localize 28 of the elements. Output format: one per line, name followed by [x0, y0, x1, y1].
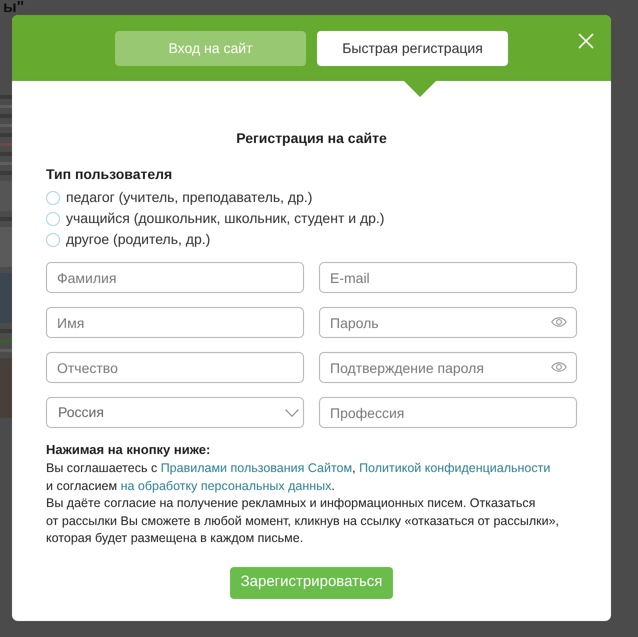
- radio-button[interactable]: [46, 212, 60, 226]
- input-field[interactable]: Отчество: [46, 352, 304, 383]
- dialog-title: Регистрация на сайте: [235, 129, 388, 147]
- option-label[interactable]: другое (родитель, др.): [66, 229, 210, 250]
- radio-button[interactable]: [46, 232, 60, 246]
- page-heading: ы": [3, 0, 24, 16]
- input-field[interactable]: Профессия: [319, 397, 577, 428]
- option-label[interactable]: учащийся (дошкольник, школьник, студент и др.): [66, 208, 384, 229]
- chevron-down-icon[interactable]: [285, 408, 299, 416]
- user-type-label: Тип пользователя: [46, 165, 174, 183]
- input-field[interactable]: E-mail: [319, 262, 577, 293]
- eye-icon[interactable]: [551, 317, 567, 327]
- policy-link[interactable]: Политикой конфиденциальности: [359, 461, 550, 475]
- consent-heading: Нажимая на кнопку ниже:: [46, 441, 212, 458]
- close-icon[interactable]: [578, 33, 594, 49]
- country-select[interactable]: Россия: [46, 397, 304, 428]
- eye-icon[interactable]: [551, 362, 567, 372]
- input-field[interactable]: Имя: [46, 307, 304, 338]
- input-field[interactable]: Фамилия: [46, 262, 304, 293]
- password-field[interactable]: Подтверждение пароля: [319, 352, 577, 383]
- agreement-text: Вы соглашаетесь с Правилами пользования Сайтом, Политикой конфиденциальности и согласием на обработку персональных данных.: [46, 460, 552, 495]
- policy-link[interactable]: на обработку персональных данных: [120, 479, 332, 493]
- password-field[interactable]: Пароль: [319, 307, 577, 338]
- policy-link[interactable]: Правилами пользования Сайтом: [160, 461, 352, 475]
- mailing-consent-text: Вы даёте согласие на получение рекламных и информационных писем. Отказаться от рассылки Вы сможете в любой момент, кликнув на ссылку «отказаться от рассылки», которая будет размещена в каждом письме.: [46, 495, 560, 547]
- radio-button[interactable]: [46, 190, 60, 204]
- tab[interactable]: Быстрая регистрация: [317, 30, 508, 66]
- option-label[interactable]: педагог (учитель, преподаватель, др.): [66, 187, 312, 208]
